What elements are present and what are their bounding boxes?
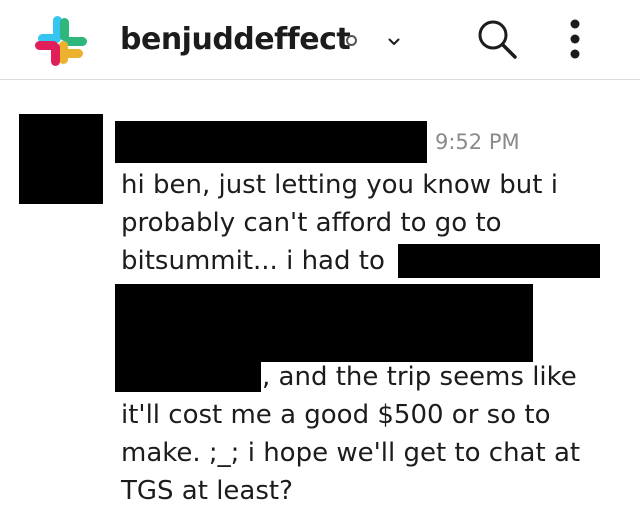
message-text-line: TGS at least?	[121, 476, 293, 506]
redacted-text	[115, 362, 261, 392]
channel-header: benjuddeffect	[0, 0, 640, 80]
message-text-line: bitsummit... i had to	[121, 246, 385, 276]
message-text-line: , and the trip seems like	[262, 362, 577, 392]
message-text-line: make. ;_; i hope we'll get to chat at	[121, 438, 581, 468]
search-icon[interactable]	[476, 18, 518, 60]
workspace-name[interactable]: benjuddeffect	[120, 22, 351, 57]
redacted-text	[398, 244, 600, 278]
message-text-line: it'll cost me a good $500 or so to	[121, 400, 551, 430]
message-timestamp[interactable]: 9:52 PM	[435, 130, 520, 154]
slack-logo-icon[interactable]	[33, 13, 87, 67]
more-vertical-icon[interactable]	[568, 18, 582, 60]
redacted-text	[115, 284, 533, 362]
chevron-down-icon[interactable]	[388, 38, 400, 46]
presence-status-icon	[346, 35, 357, 46]
redacted-sender-name[interactable]	[115, 121, 427, 163]
avatar[interactable]	[19, 114, 103, 204]
message-text-line: hi ben, just letting you know but i	[121, 170, 558, 200]
message-text-line: probably can't afford to go to	[121, 208, 502, 238]
